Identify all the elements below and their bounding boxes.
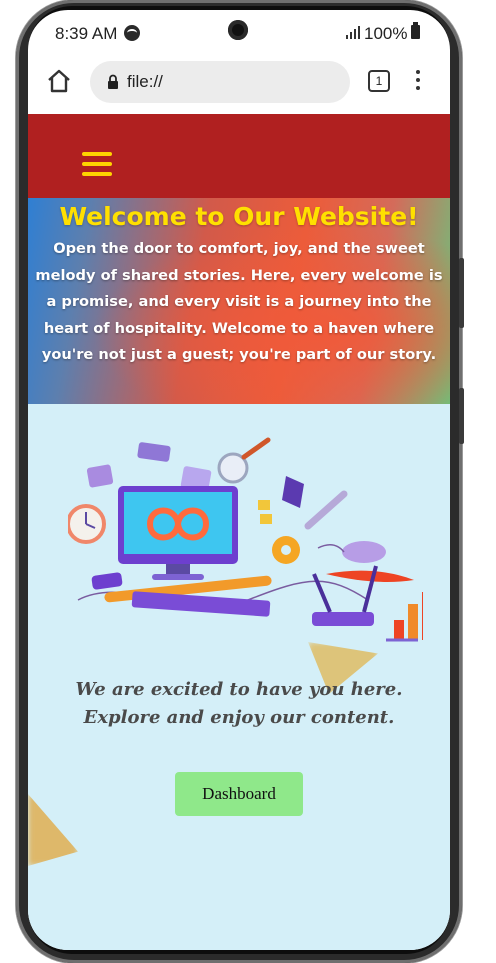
phone-screen: 8:39 AM 100% file:// 1 Welcome to Our We… — [28, 10, 450, 950]
decorative-triangle — [28, 794, 78, 866]
spotify-icon — [124, 25, 140, 41]
hero-title: Welcome to Our Website! — [59, 202, 419, 231]
tabs-button[interactable]: 1 — [368, 70, 390, 92]
volume-button — [459, 258, 464, 328]
hamburger-menu-icon[interactable] — [82, 152, 112, 178]
status-bar: 8:39 AM 100% — [28, 10, 450, 54]
signal-icon — [346, 26, 360, 39]
website: Welcome to Our Website! Open the door to… — [28, 114, 450, 950]
battery-percent: 100% — [364, 24, 408, 43]
hero-banner: Welcome to Our Website! Open the door to… — [28, 198, 450, 404]
status-time: 8:39 AM — [55, 24, 118, 43]
home-icon[interactable] — [46, 68, 72, 94]
dashboard-button[interactable]: Dashboard — [175, 772, 303, 816]
hero-text: Open the door to comfort, joy, and the s… — [35, 240, 443, 363]
lock-icon — [108, 74, 118, 89]
power-button — [459, 388, 464, 444]
menu-dots-icon[interactable] — [415, 70, 421, 92]
computer-illustration — [68, 437, 423, 642]
site-navbar — [28, 114, 450, 198]
front-camera — [228, 20, 248, 40]
welcome-message: We are excited to have you here. Explore… — [75, 679, 403, 728]
browser-toolbar: file:// 1 — [28, 54, 450, 158]
address-bar[interactable]: file:// — [90, 61, 350, 103]
url-text: file:// — [127, 72, 163, 91]
battery-icon — [411, 22, 420, 39]
